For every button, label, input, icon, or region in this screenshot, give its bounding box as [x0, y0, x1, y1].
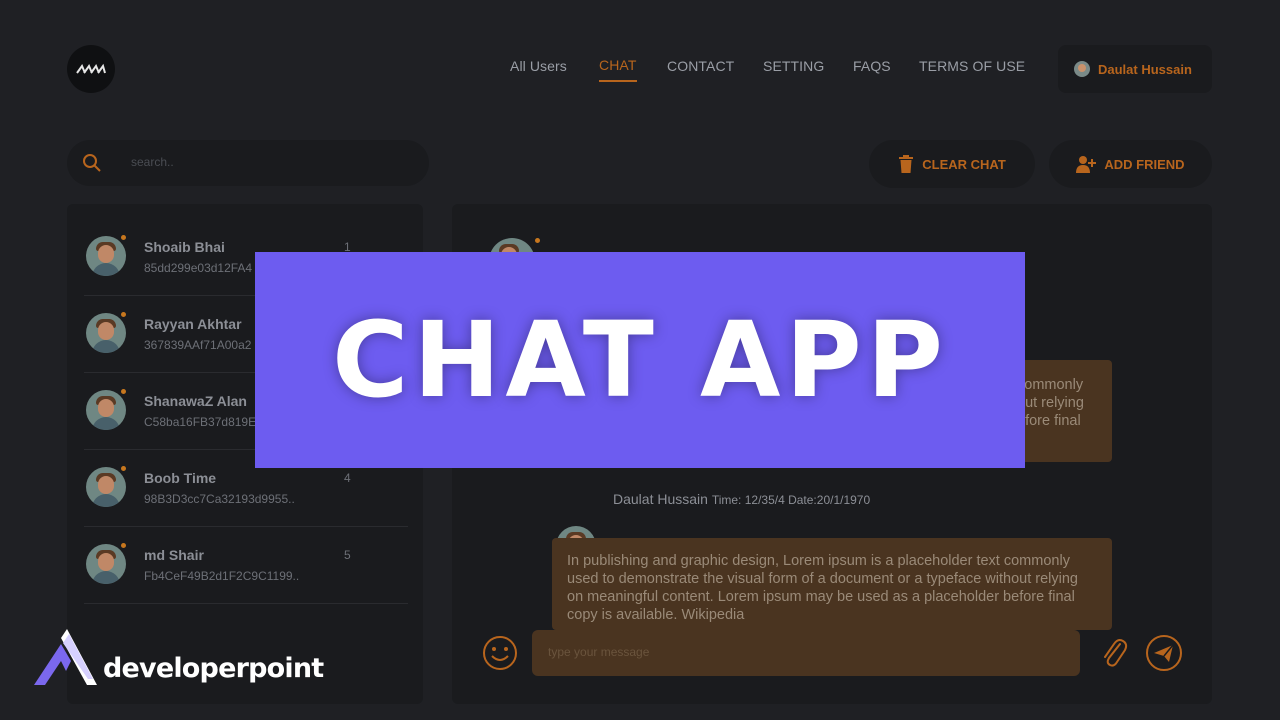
- message-placeholder: type your message: [548, 645, 650, 659]
- avatar: [86, 467, 126, 507]
- nav-chat[interactable]: CHAT: [599, 57, 636, 81]
- clear-chat-button[interactable]: CLEAR CHAT: [869, 140, 1035, 188]
- search-input[interactable]: search..: [131, 155, 174, 169]
- banner-title: CHAT APP: [332, 299, 948, 421]
- title-banner: CHAT APP: [255, 252, 1025, 468]
- message-text-line: efore final: [1017, 413, 1081, 429]
- friend-id: 85dd299e03d12FA4: [144, 261, 253, 275]
- nav-contact[interactable]: CONTACT: [667, 58, 734, 82]
- current-user-avatar: [1074, 61, 1090, 77]
- online-dot-icon: [121, 543, 126, 548]
- friend-id: 98B3D3cc7Ca32193d9955..: [144, 492, 295, 506]
- message-text-line: out relying: [1017, 395, 1084, 411]
- message-meta: Daulat Hussain Time: 12/35/4 Date:20/1/1…: [613, 491, 870, 507]
- friend-id: Fb4CeF49B2d1F2C9C1199..: [144, 569, 300, 583]
- app-logo[interactable]: [67, 45, 115, 93]
- online-dot-icon: [121, 389, 126, 394]
- emoji-icon[interactable]: [482, 635, 518, 671]
- message-input[interactable]: type your message: [532, 630, 1080, 676]
- friend-id: C58ba16FB37d819E: [144, 415, 257, 429]
- friend-name: Shoaib Bhai: [144, 239, 225, 255]
- unread-count: 5: [344, 548, 351, 562]
- friend-name: md Shair: [144, 547, 204, 563]
- message-time: Time: 12/35/4 Date:20/1/1970: [711, 493, 871, 507]
- brand-watermark: developerpoint: [33, 628, 324, 686]
- search-icon: [83, 154, 101, 172]
- trash-icon: [899, 155, 914, 173]
- friend-id: 367839AAf71A00a2: [144, 338, 252, 352]
- nav-terms-of-use[interactable]: TERMS OF USE: [919, 58, 1025, 82]
- message-text-line: commonly: [1017, 377, 1084, 393]
- add-friend-label: ADD FRIEND: [1104, 156, 1185, 172]
- avatar: [86, 544, 126, 584]
- avatar: [86, 390, 126, 430]
- nav-active-underline: [599, 80, 637, 82]
- logo-mark-icon: [76, 63, 106, 74]
- nav-setting[interactable]: SETTING: [763, 58, 824, 82]
- add-friend-button[interactable]: ADD FRIEND: [1049, 140, 1212, 188]
- nav-faqs[interactable]: FAQS: [853, 58, 891, 82]
- brand-name: developerpoint: [103, 653, 324, 684]
- message-text: In publishing and graphic design, Lorem …: [567, 553, 1078, 623]
- paperclip-icon[interactable]: [1100, 636, 1128, 670]
- online-dot-icon: [535, 238, 540, 243]
- friend-name: ShanawaZ Alan: [144, 393, 247, 409]
- add-user-icon: [1076, 156, 1097, 173]
- brand-logo-icon: [34, 629, 97, 685]
- nav-all-users[interactable]: All Users: [510, 58, 567, 82]
- friend-name: Boob Time: [144, 470, 217, 486]
- friend-search[interactable]: search..: [67, 140, 429, 186]
- current-user-name: Daulat Hussain: [1098, 61, 1192, 77]
- online-dot-icon: [121, 466, 126, 471]
- unread-count: 4: [344, 471, 351, 485]
- online-dot-icon: [121, 235, 126, 240]
- friend-name: Rayyan Akhtar: [144, 316, 242, 332]
- online-dot-icon: [121, 312, 126, 317]
- current-user-button[interactable]: Daulat Hussain: [1058, 45, 1212, 93]
- clear-chat-label: CLEAR CHAT: [922, 156, 1006, 172]
- send-icon[interactable]: [1145, 634, 1183, 672]
- message-sender: Daulat Hussain: [613, 491, 708, 507]
- avatar: [86, 313, 126, 353]
- message-bubble: In publishing and graphic design, Lorem …: [552, 538, 1112, 630]
- friend-list-item[interactable]: md Shair Fb4CeF49B2d1F2C9C1199.. 5: [84, 526, 408, 604]
- avatar: [86, 236, 126, 276]
